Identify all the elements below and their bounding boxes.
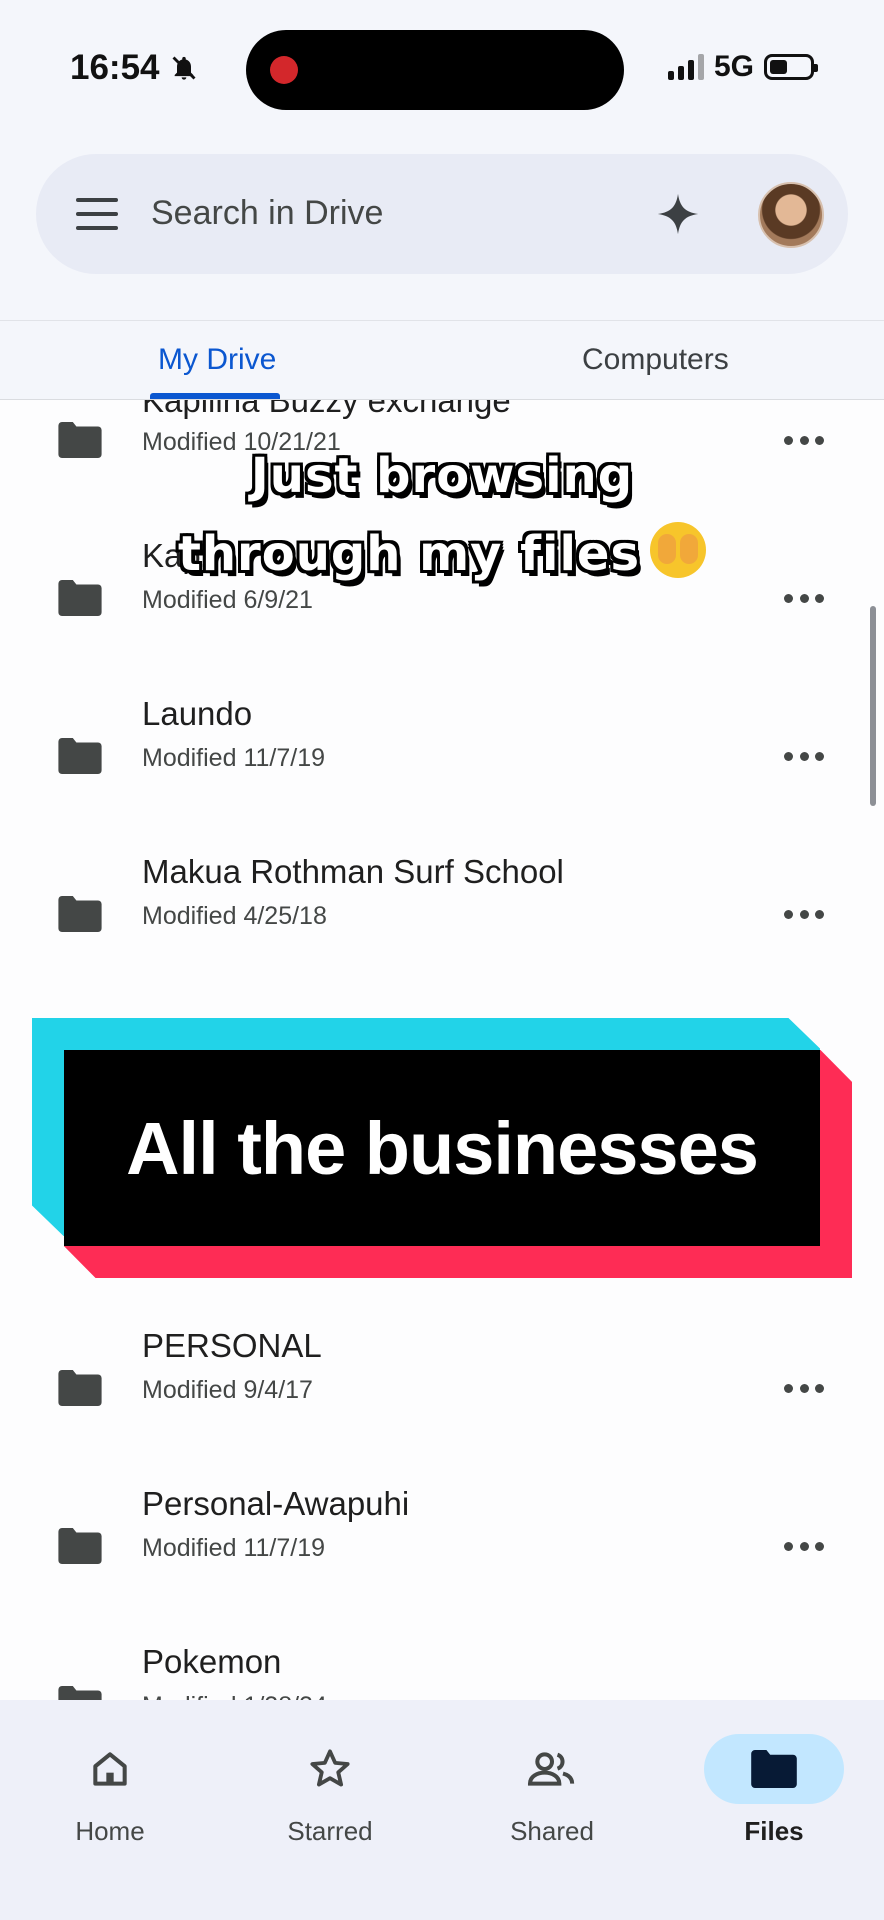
- more-options-icon[interactable]: [784, 910, 824, 920]
- folder-icon: [58, 1370, 102, 1406]
- file-modified: Modified 11/7/19: [142, 744, 325, 772]
- status-time: 16:54: [70, 48, 198, 88]
- folder-icon: [58, 580, 102, 616]
- battery-icon: [764, 54, 818, 80]
- file-name: Pokemon: [142, 1643, 282, 1680]
- file-name: Laundo: [142, 695, 253, 732]
- more-options-icon[interactable]: [784, 752, 824, 762]
- list-item[interactable]: Makua Rothman Surf School Modified 4/25/…: [0, 796, 884, 954]
- more-options-icon[interactable]: [784, 594, 824, 604]
- scrollbar[interactable]: [870, 606, 876, 806]
- overlay-banner: All the businesses: [32, 1018, 852, 1278]
- active-tab-indicator: [150, 393, 280, 399]
- tab-bar: My Drive Computers: [0, 320, 884, 400]
- file-modified: Modified 6/9/21: [142, 586, 313, 614]
- overlay-caption-text: through my files: [177, 526, 641, 582]
- nav-files[interactable]: Files: [694, 1734, 854, 1864]
- file-modified: Modified 4/25/18: [142, 902, 327, 930]
- banner-text: All the businesses: [126, 1106, 759, 1190]
- nav-starred[interactable]: Starred: [250, 1734, 410, 1864]
- search-input[interactable]: Search in Drive: [151, 194, 383, 233]
- file-name: Makua Rothman Surf School: [142, 853, 564, 890]
- more-options-icon[interactable]: [784, 1384, 824, 1394]
- file-modified: Modified 11/7/19: [142, 1534, 325, 1562]
- overlay-caption-line2: through my files: [0, 522, 884, 582]
- signal-icon: [667, 54, 704, 80]
- face-with-peeking-eye-icon: [650, 522, 707, 578]
- list-item[interactable]: Laundo Modified 11/7/19: [0, 638, 884, 796]
- nav-home-label: Home: [75, 1816, 145, 1846]
- folder-icon: [58, 1686, 102, 1700]
- file-name: PERSONAL: [142, 1327, 322, 1364]
- more-options-icon[interactable]: [784, 436, 824, 446]
- file-name: Kapiiina Buzzy exchange: [142, 400, 511, 419]
- gemini-sparkle-icon[interactable]: [656, 192, 700, 236]
- nav-shared-label: Shared: [510, 1816, 594, 1846]
- people-icon: [527, 1752, 575, 1786]
- list-item[interactable]: Pokemon Modified 1/28/24: [0, 1586, 884, 1700]
- search-bar[interactable]: Search in Drive: [36, 154, 848, 274]
- clock: 16:54: [70, 48, 160, 87]
- tab-my-drive[interactable]: My Drive: [158, 343, 276, 377]
- recording-indicator: [270, 56, 298, 84]
- nav-shared[interactable]: Shared: [472, 1734, 632, 1864]
- nav-starred-label: Starred: [287, 1816, 373, 1846]
- nav-files-label: Files: [744, 1816, 804, 1846]
- folder-icon: [751, 1750, 797, 1788]
- avatar[interactable]: [758, 182, 824, 248]
- dynamic-island: [246, 30, 624, 110]
- folder-icon: [58, 738, 102, 774]
- nav-home[interactable]: Home: [30, 1734, 190, 1864]
- overlay-caption-line1: Just browsing: [250, 448, 634, 504]
- status-indicators: 5G: [667, 50, 818, 84]
- file-modified: Modified 9/4/17: [142, 1376, 313, 1404]
- file-modified: Modified 1/28/24: [142, 1692, 327, 1700]
- bell-off-icon: [172, 56, 196, 80]
- home-icon: [93, 1752, 127, 1786]
- tab-computers[interactable]: Computers: [582, 343, 729, 377]
- list-item[interactable]: Personal-Awapuhi Modified 11/7/19: [0, 1428, 884, 1586]
- star-icon: [310, 1749, 350, 1787]
- folder-icon: [58, 896, 102, 932]
- network-label: 5G: [713, 50, 754, 83]
- menu-icon[interactable]: [76, 198, 118, 230]
- more-options-icon[interactable]: [784, 1542, 824, 1552]
- list-item[interactable]: PERSONAL Modified 9/4/17: [0, 1270, 884, 1428]
- bottom-navigation: Home Starred Shared Files: [0, 1700, 884, 1920]
- file-name: Personal-Awapuhi: [142, 1485, 410, 1522]
- folder-icon: [58, 1528, 102, 1564]
